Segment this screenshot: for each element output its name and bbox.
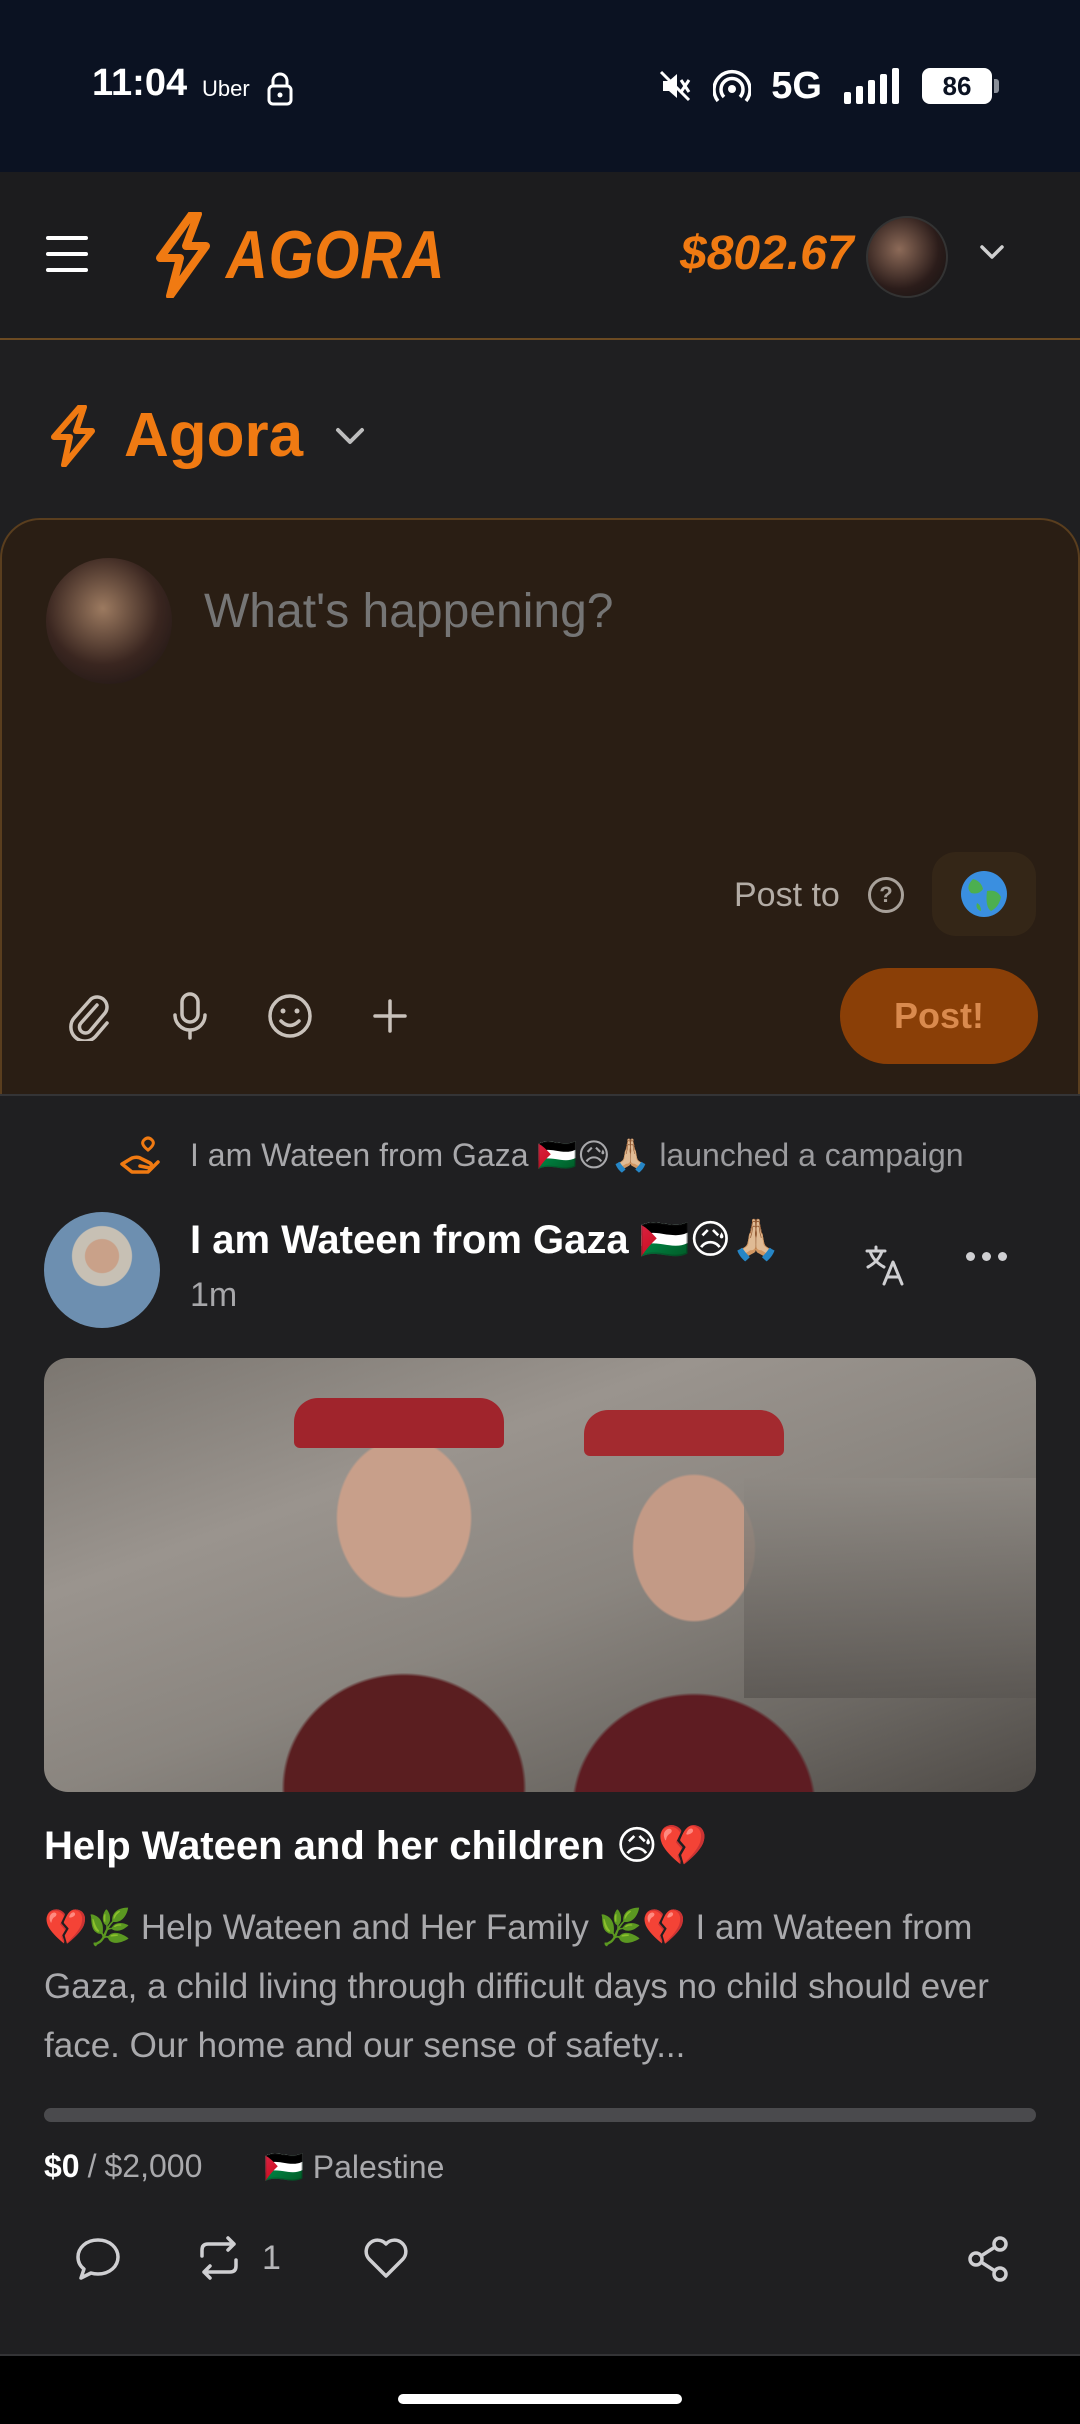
campaign-post[interactable]: I am Wateen from Gaza 🇵🇸😥🙏🏼 launched a c… [0,1094,1080,2356]
funding-progress [44,2108,1036,2122]
funding-summary: $0 / $2,000 [44,2148,203,2184]
home-indicator[interactable] [398,2394,682,2404]
post-to-label: Post to [734,876,840,914]
network-type: 5G [771,64,822,107]
post-input[interactable] [204,584,1024,639]
more-options-button[interactable] [362,988,418,1044]
location-name: Palestine [312,2149,445,2185]
hotspot-icon [713,70,752,103]
comment-button[interactable] [74,2236,122,2282]
campaign-title[interactable]: Help Wateen and her children 😥💔 [44,1822,707,1869]
bolt-logo-icon [156,212,210,298]
plus-icon [373,999,407,1033]
status-bar: 11:04 Uber 5G 86 [0,0,1080,172]
app-header: AGORA $802.67 [0,172,1080,340]
campaign-photo[interactable] [44,1358,1036,1792]
mute-icon [660,70,691,102]
bolt-icon [51,404,95,467]
activity-author[interactable]: I am Wateen from Gaza 🇵🇸😥🙏🏼 [190,1137,650,1173]
helping-hand-icon [120,1136,160,1174]
location-flag: 🇵🇸 [264,2149,304,2185]
repost-button[interactable]: 1 [196,2236,281,2280]
post-composer: Post to ? Post! [0,518,1080,1094]
activity-action: launched a campaign [659,1137,964,1173]
notification-app-label: Uber [202,76,250,101]
microphone-icon [173,992,207,1040]
signal-icon [844,68,899,104]
lock-icon [267,72,293,106]
amount-raised: $0 [44,2148,80,2184]
campaign-location: 🇵🇸 Palestine [264,2148,444,2186]
post-time: 1m [190,1276,238,1314]
emoji-icon [268,994,312,1038]
menu-icon[interactable] [46,236,88,272]
status-time: 11:04 [92,62,188,104]
voice-button[interactable] [162,988,218,1044]
composer-avatar [46,558,172,684]
audience-button[interactable] [932,852,1036,936]
comment-icon [76,2238,120,2280]
help-icon[interactable]: ? [868,877,904,913]
emoji-button[interactable] [262,988,318,1044]
attach-button[interactable] [62,988,118,1044]
repost-count: 1 [262,2238,281,2277]
system-nav-bar [0,2356,1080,2424]
repost-icon [200,2236,238,2280]
status-indicators: 5G 86 [657,62,999,110]
campaign-description[interactable]: 💔🌿 Help Wateen and Her Family 🌿💔 I am Wa… [44,1898,1044,2075]
globe-icon [961,871,1007,917]
post-button[interactable]: Post! [840,968,1038,1064]
share-icon [968,2236,1008,2282]
logo-text: AGORA [226,217,446,293]
community-name: Agora [124,401,304,470]
app-logo[interactable]: AGORA [146,212,484,298]
author-name[interactable]: I am Wateen from Gaza 🇵🇸😥🙏🏼 [190,1216,781,1263]
battery-indicator: 86 [922,68,999,104]
wallet-balance[interactable]: $802.67 [680,226,854,281]
activity-line: I am Wateen from Gaza 🇵🇸😥🙏🏼 launched a c… [120,1136,964,1174]
heart-icon [364,2238,408,2278]
more-horizontal-icon[interactable] [966,1252,1007,1261]
translate-icon[interactable] [864,1244,906,1286]
author-avatar[interactable] [44,1212,160,1328]
share-button[interactable] [966,2236,1010,2282]
chevron-down-icon[interactable] [978,242,1006,262]
profile-avatar[interactable] [866,216,948,298]
community-selector[interactable]: Agora [46,400,367,471]
chevron-down-icon [336,427,365,444]
like-button[interactable] [362,2236,410,2280]
paperclip-icon [69,995,109,1041]
funding-goal: $2,000 [104,2148,203,2184]
